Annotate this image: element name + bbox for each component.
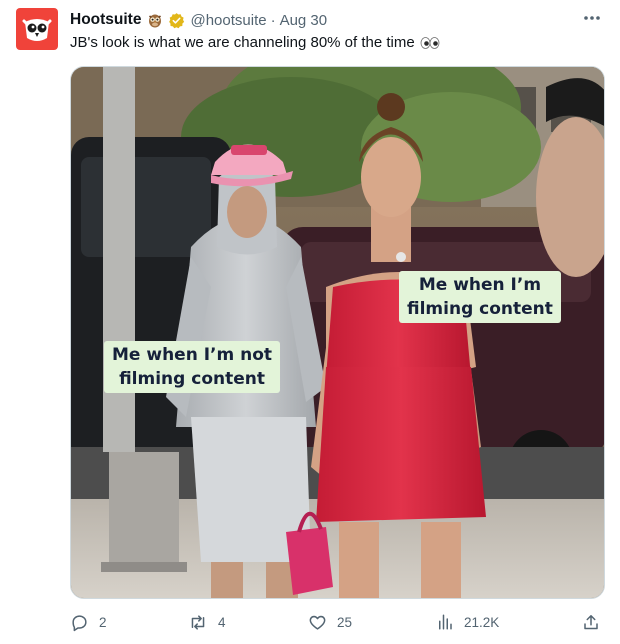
like-count: 25 — [337, 614, 353, 630]
views-chart-icon — [439, 614, 452, 630]
tweet-text: JB's look is what we are channeling 80% … — [70, 33, 440, 53]
owl-emoji-icon — [147, 12, 163, 28]
views-button[interactable]: 21.2K — [436, 610, 499, 634]
caption-filming: Me when I’m filming content — [399, 271, 561, 323]
retweet-count: 4 — [218, 614, 226, 630]
more-options-button[interactable] — [582, 8, 602, 28]
tweet-media-image[interactable]: Me when I’m filming content Me when I’m … — [70, 66, 605, 599]
retweet-button[interactable]: 4 — [188, 610, 226, 634]
tweet: Hootsuite @hootsuite · Aug 30 JB's look … — [0, 0, 620, 644]
caption-filming-line1: Me when I’m — [418, 275, 542, 295]
reply-count: 2 — [99, 614, 107, 630]
caption-not-filming-line1: Me when I’m not — [112, 345, 273, 365]
caption-not-filming-line2: filming content — [119, 369, 265, 389]
share-icon — [584, 614, 598, 629]
hootsuite-logo-avatar[interactable] — [16, 8, 58, 50]
tweet-actions-bar: 2 4 25 21.2K — [70, 610, 610, 634]
caption-not-filming: Me when I’m not filming content — [104, 341, 281, 393]
caption-filming-line2: filming content — [407, 299, 553, 319]
eyes-emoji-icon — [420, 37, 440, 49]
author-handle[interactable]: @hootsuite — [190, 12, 266, 29]
more-horizontal-icon — [584, 16, 600, 20]
header-separator: · — [270, 11, 276, 29]
verified-badge-icon[interactable] — [168, 12, 185, 29]
meme-photo — [71, 67, 604, 598]
tweet-date[interactable]: Aug 30 — [280, 12, 328, 29]
views-count: 21.2K — [464, 614, 500, 630]
tweet-header: Hootsuite @hootsuite · Aug 30 — [70, 10, 327, 30]
retweet-icon — [191, 614, 205, 630]
tweet-text-content: JB's look is what we are channeling 80% … — [70, 34, 415, 51]
reply-icon — [72, 614, 87, 631]
author-name[interactable]: Hootsuite — [70, 11, 141, 29]
share-button[interactable] — [582, 610, 600, 634]
like-button[interactable]: 25 — [308, 610, 352, 634]
reply-button[interactable]: 2 — [70, 610, 107, 634]
heart-icon — [309, 615, 326, 630]
